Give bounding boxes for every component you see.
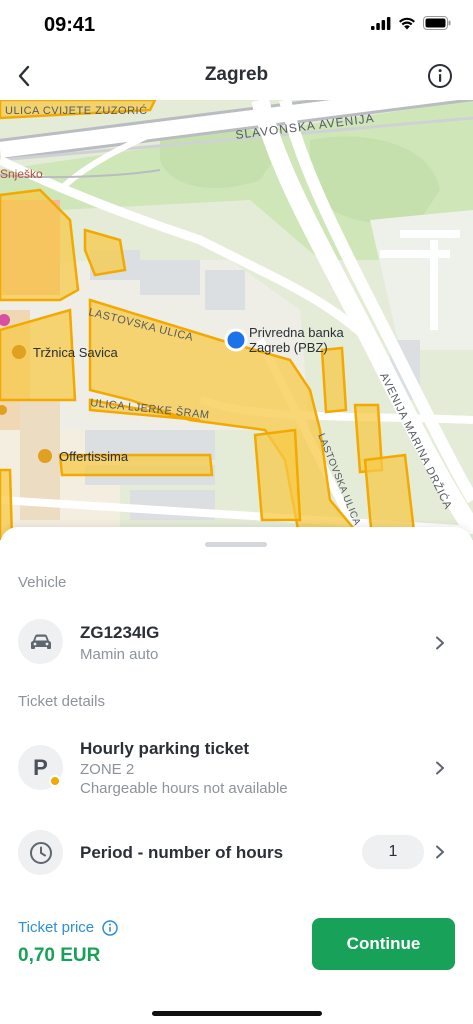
info-icon[interactable] [102,919,118,936]
chevron-right-icon [436,845,444,859]
place-label-offertissima: Offertissima [59,449,129,464]
ticket-price-label[interactable]: Ticket price [18,919,118,936]
current-location-icon [224,328,248,352]
continue-button[interactable]: Continue [312,918,455,970]
vehicle-avatar [18,619,63,664]
vehicle-row[interactable]: ZG1234IG Mamin auto [0,617,473,667]
status-time: 09:41 [44,14,96,36]
market-pin-icon [12,345,26,359]
ticket-title: Hourly parking ticket [80,739,250,758]
wifi-icon [399,17,415,29]
nav-bar: Zagreb [0,52,473,100]
period-avatar [18,830,63,875]
chevron-right-icon [436,636,444,650]
info-icon[interactable] [427,63,453,89]
clock-icon [29,841,52,864]
ticket-avatar: P [18,745,63,790]
page-title: Zagreb [204,64,269,85]
period-row[interactable]: Period - number of hours 1 [0,827,473,877]
car-icon [30,634,51,649]
battery-icon [423,16,451,30]
vehicle-plate: ZG1234IG [80,623,160,642]
status-icons [371,16,451,30]
hours-value[interactable]: 1 [362,835,424,869]
period-title: Period - number of hours [80,843,284,862]
sheet-drag-handle[interactable] [205,542,267,547]
shop-pin-icon [38,449,52,463]
map-canvas: ULICA CVIJETE ZUZORIĆ SLAVONSKA AVENIJA … [0,100,473,540]
map-view[interactable]: ULICA CVIJETE ZUZORIĆ SLAVONSKA AVENIJA … [0,100,473,540]
home-indicator [152,1011,322,1016]
zone-status-dot [49,775,61,787]
status-bar: 09:41 [0,0,473,52]
chevron-right-icon [436,761,444,775]
ticket-note: Chargeable hours not available [80,780,288,797]
ticket-type-row[interactable]: P Hourly parking ticket ZONE 2 Chargeabl… [0,737,473,799]
vehicle-section-label: Vehicle [18,574,67,591]
place-label-trznica: Tržnica Savica [33,345,119,360]
ticket-price-label-text: Ticket price [18,919,95,936]
parking-icon: P [33,754,48,780]
street-label-cvijete-zuzoric: ULICA CVIJETE ZUZORIĆ [5,104,148,117]
ticket-zone: ZONE 2 [80,761,135,778]
ticket-bottom-sheet: Vehicle ZG1234IG Mamin auto Ticket detai… [0,527,473,1024]
ticket-section-label: Ticket details [18,693,105,710]
vehicle-name: Mamin auto [80,646,159,663]
place-label-snjesko: Snješko [0,167,43,181]
signal-icon [371,16,391,30]
place-label-bank-line2: Zagreb (PBZ) [249,340,328,355]
ticket-price-value: 0,70 EUR [18,945,101,966]
place-label-bank-line1: Privredna banka [249,325,344,340]
